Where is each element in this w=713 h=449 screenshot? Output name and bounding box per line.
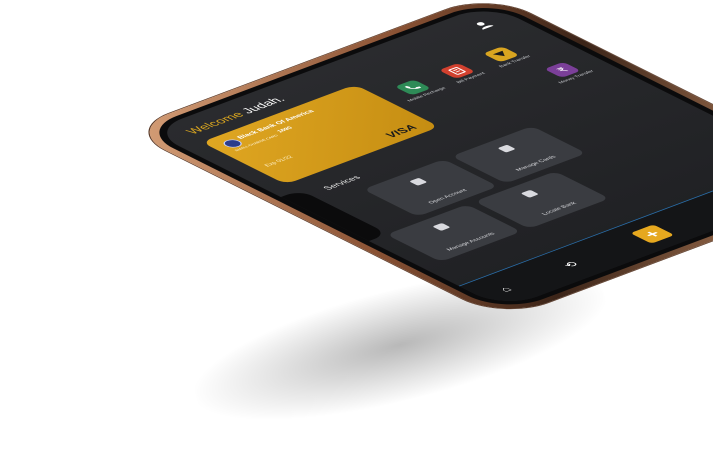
service-money-transfer[interactable]: ₹ Money Transfer xyxy=(535,59,597,85)
stage: Welcome Judah. Black Bank Of America SMA… xyxy=(0,0,713,431)
service-bank-transfer[interactable]: Bank Transfer xyxy=(474,43,536,69)
locate-icon xyxy=(520,189,539,198)
person-icon[interactable] xyxy=(470,19,496,30)
phone-device: Welcome Judah. Black Bank Of America SMA… xyxy=(125,0,713,320)
accounts-icon xyxy=(432,222,451,231)
bank-icon[interactable]: ▦ xyxy=(702,197,713,216)
service-mobile-recharge[interactable]: Mobile Recharge xyxy=(386,76,448,103)
account-icon xyxy=(409,177,428,186)
history-icon[interactable]: ⟲ xyxy=(549,255,593,274)
plus-icon[interactable]: + xyxy=(630,224,675,244)
card-expiry: Exp 01/22 xyxy=(263,155,296,168)
card-icon xyxy=(497,144,516,153)
svg-text:₹: ₹ xyxy=(554,66,572,74)
home-icon[interactable]: ⌂ xyxy=(483,280,527,299)
card-network-logo: VISA xyxy=(381,123,421,140)
service-bill-payment[interactable]: Bill Payment xyxy=(430,60,492,86)
card-number: 1690 xyxy=(276,126,295,134)
bank-card[interactable]: Black Bank Of America SMALL CHARGE CARD … xyxy=(201,84,440,185)
services-title: Services xyxy=(320,174,363,192)
